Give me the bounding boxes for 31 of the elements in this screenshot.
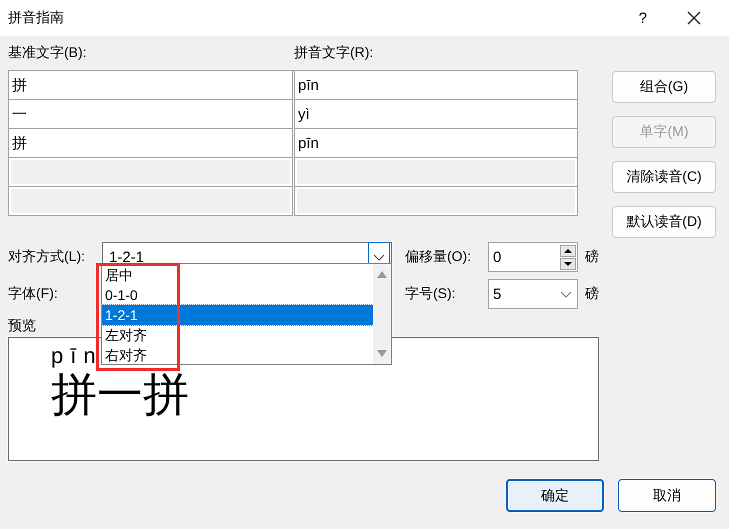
- dropdown-option[interactable]: 右对齐: [102, 345, 373, 365]
- preview-ruby-text: pīn: [51, 343, 103, 368]
- offset-spinner[interactable]: 0: [488, 242, 578, 272]
- close-icon[interactable]: [687, 11, 701, 25]
- dropdown-option[interactable]: 0-1-0: [102, 285, 373, 305]
- side-button[interactable]: 清除读音(C): [612, 161, 716, 193]
- column-header: 基准文字(B):: [8, 44, 88, 62]
- column-header: 拼音文字(R):: [294, 44, 374, 62]
- side-button[interactable]: 组合(G): [612, 71, 716, 103]
- alignment-label: 对齐方式(L):: [8, 248, 86, 266]
- window-title: 拼音指南: [8, 9, 65, 27]
- size-dropdown[interactable]: 5: [488, 279, 578, 309]
- preview-label: 预览: [8, 317, 36, 333]
- ruby-text-field[interactable]: yì: [294, 100, 578, 129]
- base-text-field[interactable]: 拼: [8, 129, 293, 158]
- ruby-text-field[interactable]: pīn: [294, 129, 578, 158]
- dialog-button[interactable]: 取消: [618, 479, 716, 512]
- unit-label: 磅: [585, 248, 599, 266]
- ruby-text-field[interactable]: pīn: [294, 71, 578, 100]
- base-text-field[interactable]: 拼: [8, 71, 293, 100]
- side-button[interactable]: 默认读音(D): [612, 206, 716, 238]
- unit-label: 磅: [585, 285, 599, 303]
- offset-label: 偏移量(O):: [405, 248, 472, 266]
- dialog-button[interactable]: 确定: [506, 479, 604, 512]
- font-label: 字体(F):: [8, 285, 59, 303]
- help-button[interactable]: ?: [638, 10, 647, 26]
- preview-base-text: 拼一拼: [51, 368, 189, 420]
- dropdown-option[interactable]: 左对齐: [102, 325, 373, 345]
- base-text-field[interactable]: 一: [8, 100, 293, 129]
- dropdown-option[interactable]: 1-2-1: [102, 305, 373, 325]
- size-label: 字号(S):: [405, 285, 457, 303]
